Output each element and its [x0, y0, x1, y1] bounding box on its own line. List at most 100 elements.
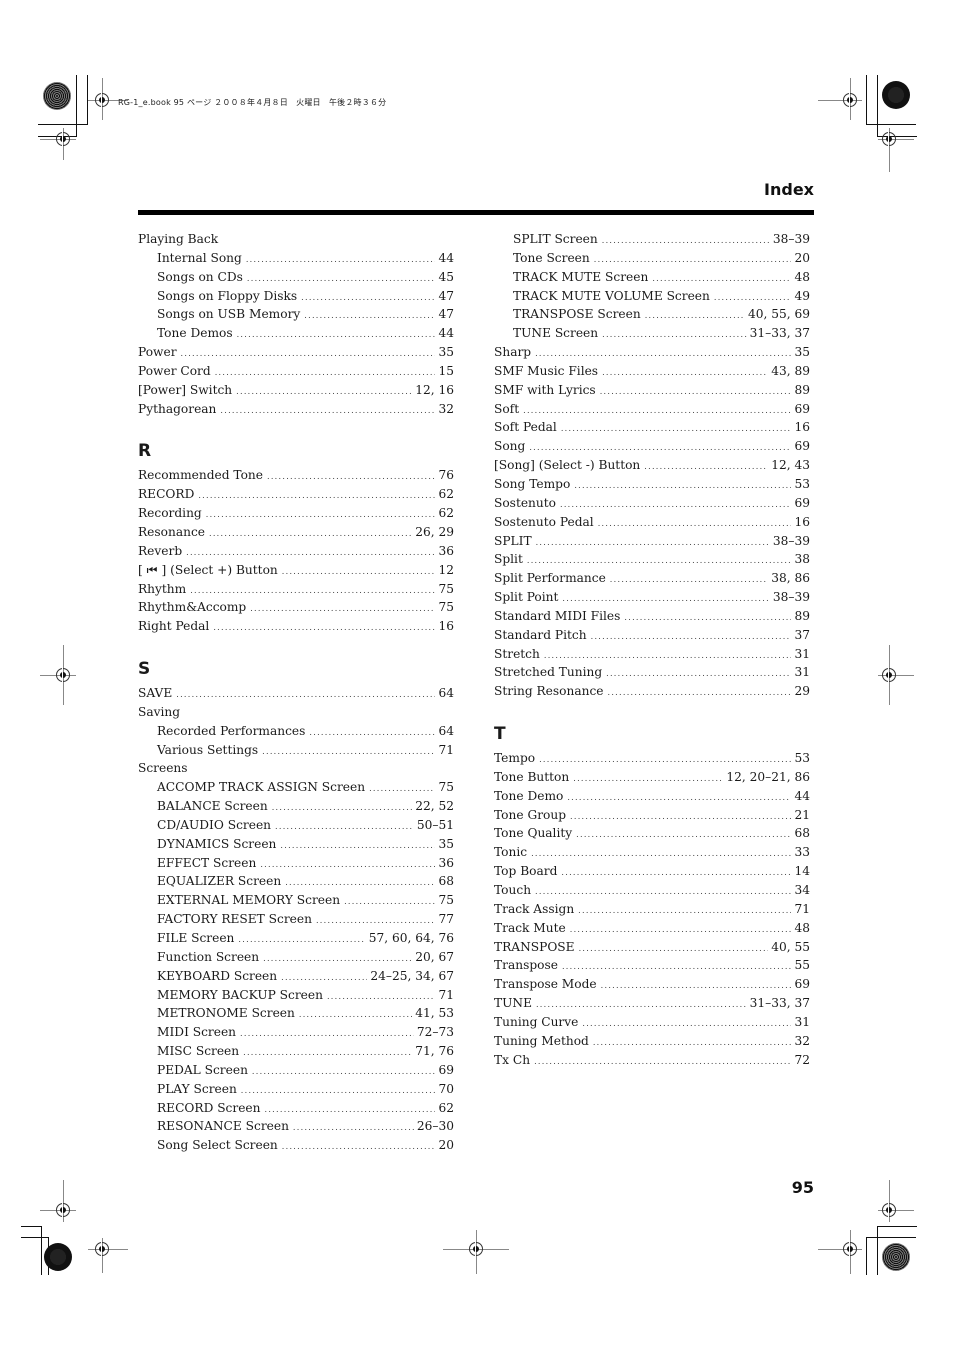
dot-leader: [241, 1082, 436, 1101]
dot-leader: [602, 364, 768, 383]
index-entry: Tempo 53: [494, 749, 810, 768]
page-reference: 44: [438, 326, 454, 341]
index-term: Stretch: [494, 646, 540, 661]
index-term: Standard MIDI Files: [494, 608, 621, 623]
index-subentry: EFFECT Screen 36: [138, 854, 454, 873]
index-entry: Tone Quality 68: [494, 824, 810, 843]
dot-leader: [275, 818, 414, 837]
index-entry: Track Assign 71: [494, 900, 810, 919]
index-term: SPLIT Screen: [513, 232, 598, 246]
index-subentry: Songs on CDs 45: [138, 268, 454, 287]
index-term: Stretched Tuning: [494, 665, 603, 680]
dot-leader: [624, 609, 791, 628]
index-subentry: MEMORY BACKUP Screen 71: [138, 986, 454, 1005]
index-entry: Top Board 14: [494, 862, 810, 881]
index-subentry: RESONANCE Screen 26–30: [138, 1117, 454, 1136]
index-term: Songs on Floppy Disks: [157, 288, 298, 303]
index-entry: Tuning Method 32: [494, 1032, 810, 1051]
dot-leader: [534, 1053, 791, 1072]
index-subentry: Songs on USB Memory 47: [138, 305, 454, 324]
index-entry: [Power] Switch 12, 16: [138, 381, 454, 400]
index-term: TRACK MUTE Screen: [513, 269, 649, 284]
index-term: String Resonance: [494, 684, 604, 699]
index-entry: SPLIT 38–39: [494, 532, 810, 551]
dot-leader: [610, 571, 768, 590]
dot-leader: [645, 307, 745, 326]
index-term: Split Performance: [494, 571, 606, 586]
crop-mark: [76, 75, 77, 137]
page-reference: 20, 67: [415, 949, 454, 964]
index-entry: Sostenuto Pedal 16: [494, 513, 810, 532]
index-entry: [ ⏮ ] (Select +) Button 12: [138, 561, 454, 580]
crop-mark: [866, 75, 867, 125]
index-subentry: CD/AUDIO Screen 50–51: [138, 816, 454, 835]
section-letter-heading: T: [494, 724, 506, 745]
page-reference: 22, 52: [415, 799, 454, 814]
dot-leader: [600, 383, 792, 402]
index-subentry: FILE Screen 57, 60, 64, 76: [138, 929, 454, 948]
index-term: PEDAL Screen: [157, 1062, 248, 1077]
index-term: Split Point: [494, 590, 559, 605]
page-reference: 55: [794, 958, 810, 973]
index-entry: String Resonance 29: [494, 682, 810, 701]
index-term: Sostenuto Pedal: [494, 514, 594, 529]
index-entry: Split Point 38–39: [494, 588, 810, 607]
page-reference: 62: [438, 1100, 454, 1115]
registration-mark-icon: [56, 129, 70, 149]
index-entry: Reverb 36: [138, 542, 454, 561]
page-reference: 36: [438, 855, 454, 870]
crop-mark: [866, 1237, 916, 1238]
index-subentry: Internal Song 44: [138, 249, 454, 268]
page-reference: 16: [794, 514, 810, 529]
dot-leader: [282, 563, 436, 582]
index-entry: Rhythm&Accomp 75: [138, 598, 454, 617]
index-term: Reverb: [138, 543, 183, 558]
index-term: Internal Song: [157, 250, 242, 265]
page-reference: 15: [438, 363, 454, 378]
index-term: METRONOME Screen: [157, 1006, 295, 1021]
page-reference: 89: [794, 608, 810, 623]
page-reference: 43, 89: [771, 363, 810, 378]
page-reference: 31: [794, 1014, 810, 1029]
dot-leader: [206, 506, 436, 525]
index-entry: SMF Music Files 43, 89: [494, 362, 810, 381]
dot-leader: [570, 921, 792, 940]
index-term: DYNAMICS Screen: [157, 836, 277, 851]
registration-mark-icon: [95, 90, 109, 110]
dot-leader: [576, 826, 791, 845]
page-reference: 32: [438, 401, 454, 416]
index-term: MEMORY BACKUP Screen: [157, 987, 323, 1002]
index-term: Transpose: [494, 958, 558, 973]
index-entry: Touch 34: [494, 881, 810, 900]
page-reference: 12, 16: [415, 382, 454, 397]
index-term: Power Cord: [138, 363, 211, 378]
page-reference: 69: [794, 401, 810, 416]
page-reference: 20: [438, 1138, 454, 1153]
page-reference: 62: [438, 487, 454, 502]
page-title: Index: [764, 180, 814, 199]
dot-leader: [606, 665, 791, 684]
page-reference: 48: [794, 269, 810, 284]
dot-leader: [602, 232, 770, 251]
page-reference: 32: [794, 1033, 810, 1048]
index-term: MIDI Screen: [157, 1025, 237, 1040]
index-term: Tuning Method: [494, 1033, 589, 1048]
page-reference: 53: [794, 476, 810, 491]
page-reference: 21: [794, 807, 810, 822]
index-term: Track Mute: [494, 920, 566, 935]
index-group-heading: Screens: [138, 761, 188, 776]
dot-leader: [591, 628, 792, 647]
page-reference: 31–33, 37: [749, 326, 810, 341]
registration-mark-icon: [56, 1200, 70, 1220]
index-term: Tone Quality: [494, 826, 573, 841]
index-term: SMF Music Files: [494, 363, 599, 378]
registration-mark-icon: [56, 665, 70, 685]
page-reference: 69: [794, 439, 810, 454]
index-term: Resonance: [138, 524, 205, 539]
dot-leader: [280, 837, 435, 856]
dot-leader: [243, 1044, 412, 1063]
index-subentry: KEYBOARD Screen 24–25, 34, 67: [138, 967, 454, 986]
page-reference: 68: [438, 874, 454, 889]
index-term: ACCOMP TRACK ASSIGN Screen: [157, 780, 366, 795]
index-term: Split: [494, 552, 523, 567]
